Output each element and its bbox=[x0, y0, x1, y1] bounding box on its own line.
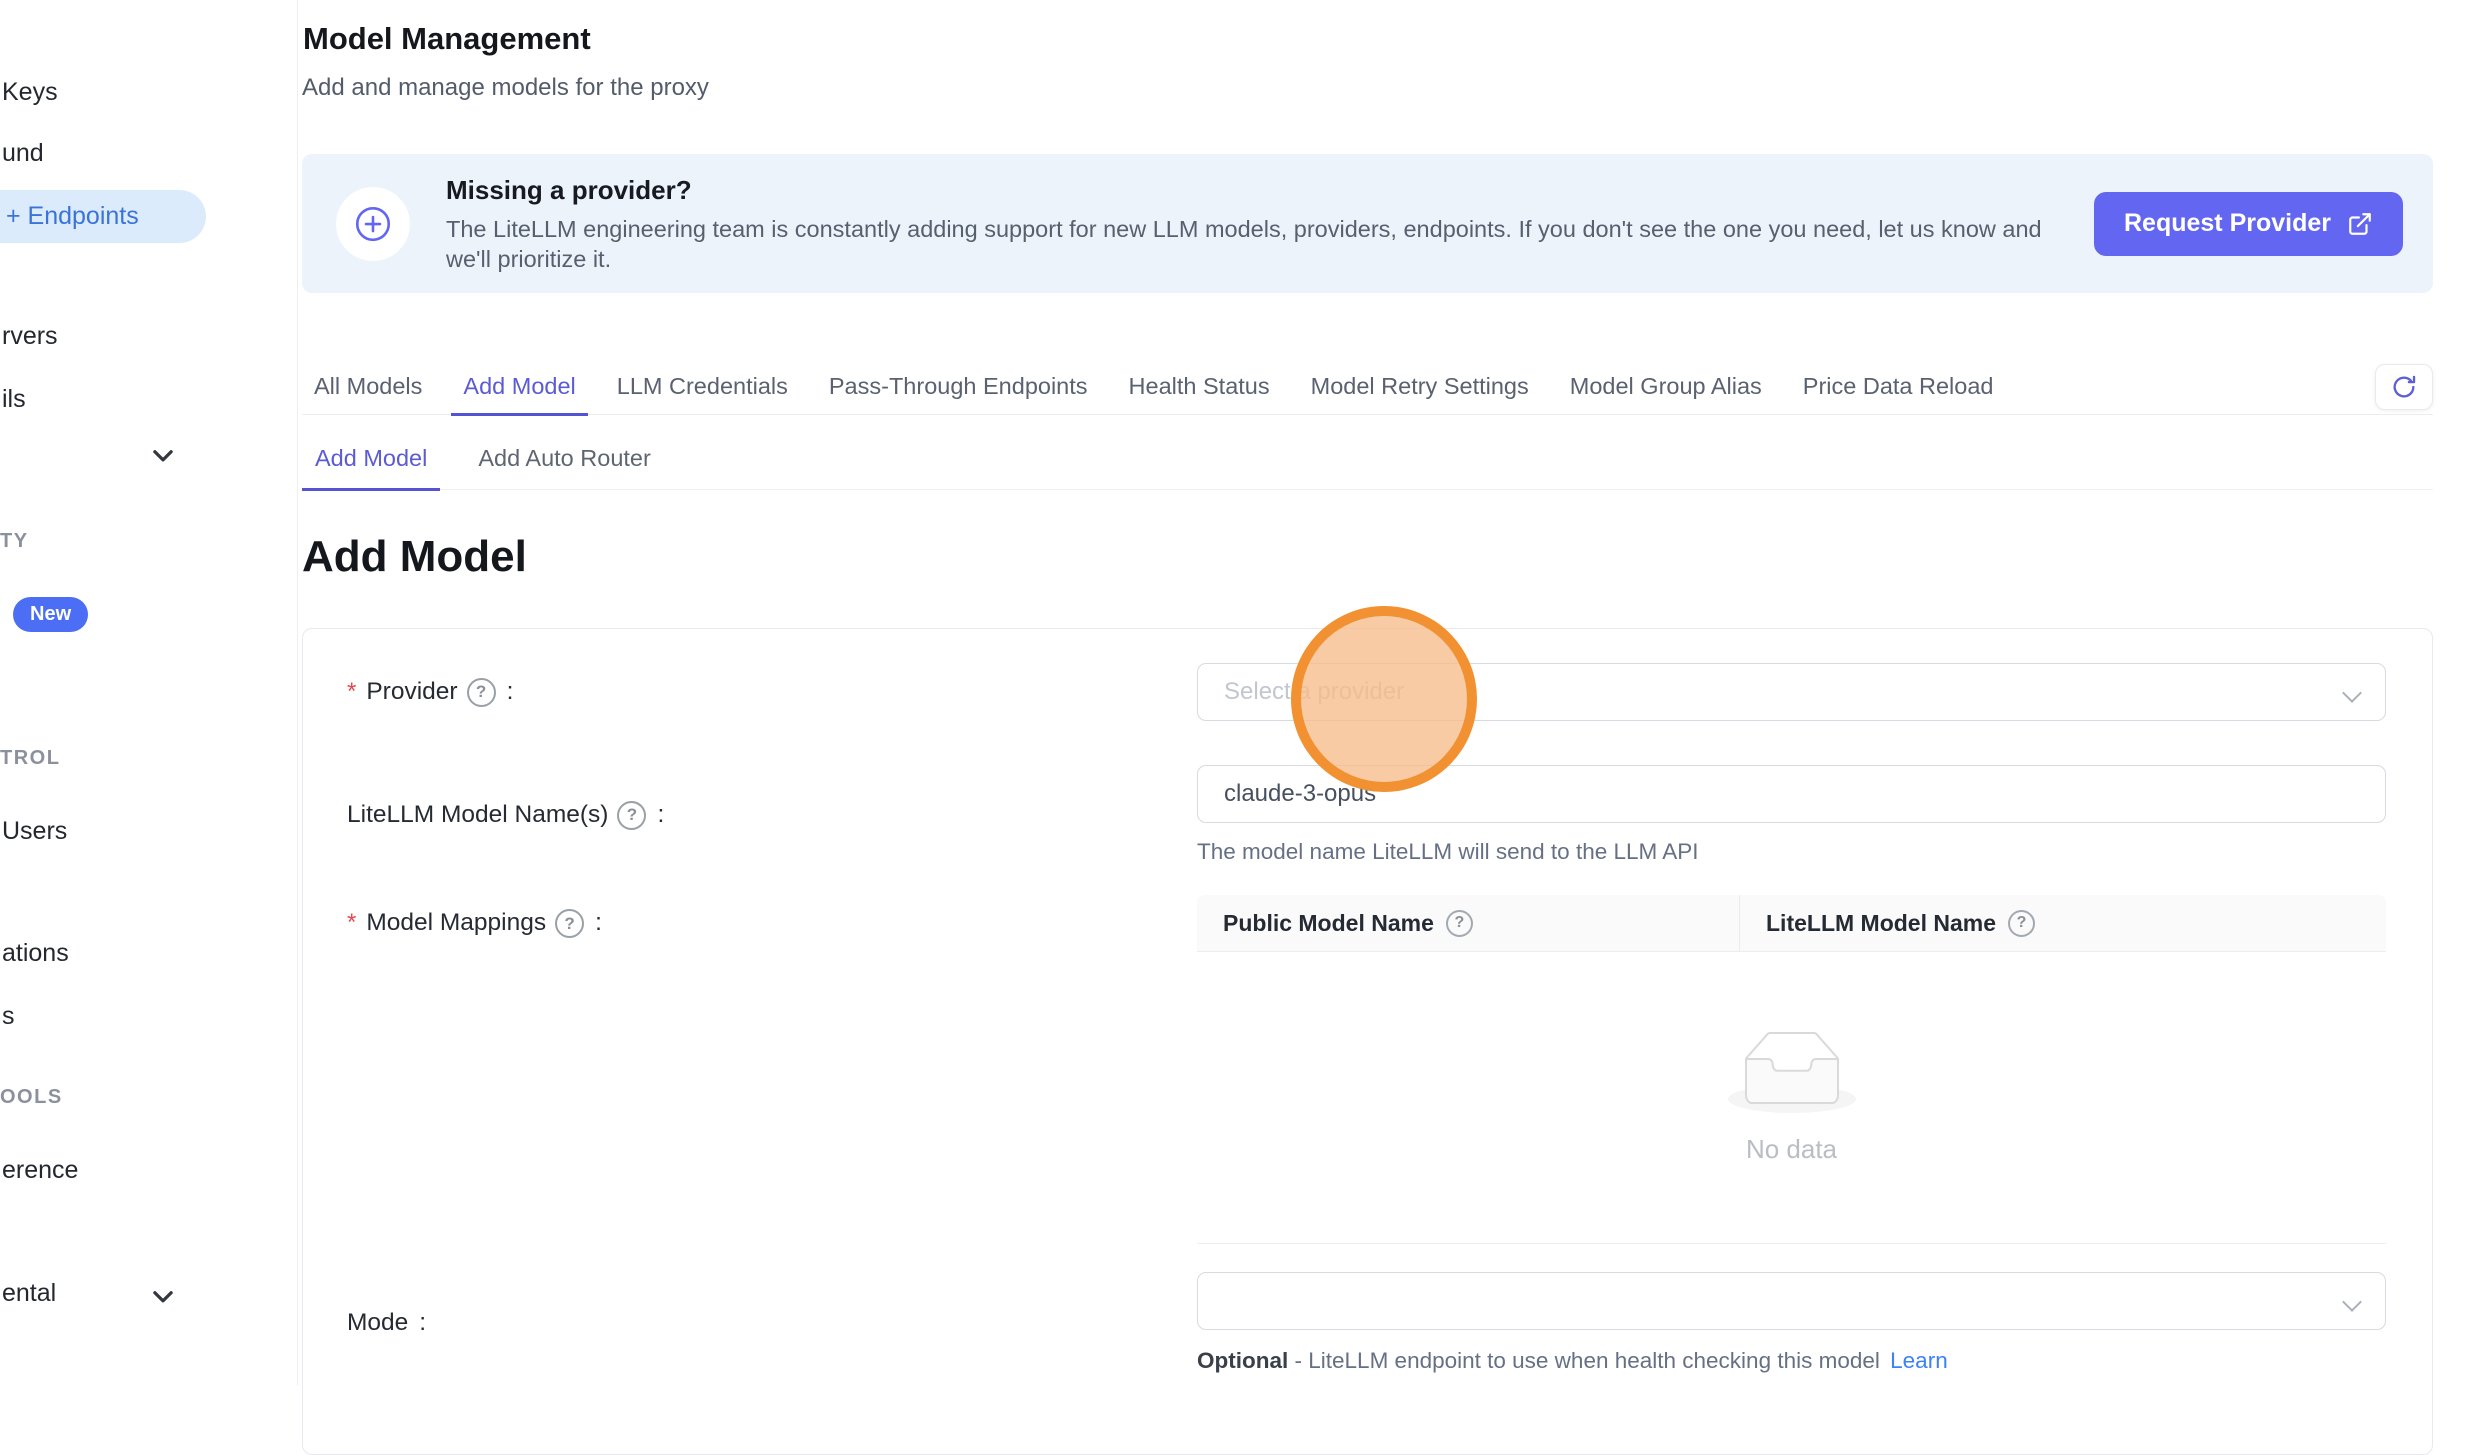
provider-select[interactable]: Select a provider bbox=[1197, 663, 2386, 721]
model-name-helper: The model name LiteLLM will send to the … bbox=[1197, 839, 2386, 865]
mode-helper-optional: Optional bbox=[1197, 1348, 1288, 1373]
sidebar-item-passthrough-endpoints[interactable]: + Endpoints bbox=[0, 190, 206, 243]
new-badge: New bbox=[13, 597, 88, 632]
add-model-form-card: * Provider ? : Select a provider Lit bbox=[302, 628, 2433, 1455]
external-link-icon bbox=[2347, 211, 2373, 237]
model-mappings-control: Public Model Name ? LiteLLM Model Name ? bbox=[1197, 895, 2386, 1244]
request-provider-label: Request Provider bbox=[2124, 209, 2331, 238]
model-mappings-table: Public Model Name ? LiteLLM Model Name ? bbox=[1197, 895, 2386, 1244]
tab-pass-through-endpoints[interactable]: Pass-Through Endpoints bbox=[817, 359, 1100, 416]
tab-model-group-alias[interactable]: Model Group Alias bbox=[1558, 359, 1774, 416]
tab-add-model[interactable]: Add Model bbox=[451, 359, 587, 416]
sidebar-section-access-control: TROL bbox=[0, 747, 60, 770]
chevron-down-icon bbox=[2342, 1292, 2362, 1312]
table-empty-state: No data bbox=[1197, 952, 2386, 1244]
sidebar-item-inference[interactable]: erence bbox=[2, 1156, 78, 1185]
required-asterisk: * bbox=[347, 909, 356, 937]
provider-control: Select a provider bbox=[1197, 663, 2386, 721]
model-mappings-label-text: Model Mappings bbox=[366, 909, 546, 937]
model-mappings-row: * Model Mappings ? : Public Model Name ? bbox=[347, 895, 2388, 1244]
question-circle-icon[interactable]: ? bbox=[2008, 910, 2035, 937]
add-model-heading: Add Model bbox=[302, 530, 2433, 584]
tab-all-models[interactable]: All Models bbox=[302, 359, 434, 416]
model-tabs: All Models Add Model LLM Credentials Pas… bbox=[302, 359, 2433, 415]
mode-control: Optional - LiteLLM endpoint to use when … bbox=[1197, 1272, 2386, 1374]
question-circle-icon[interactable]: ? bbox=[617, 801, 646, 830]
label-colon: : bbox=[657, 801, 664, 829]
tab-llm-credentials[interactable]: LLM Credentials bbox=[605, 359, 800, 416]
refresh-icon bbox=[2390, 373, 2418, 401]
table-header: Public Model Name ? LiteLLM Model Name ? bbox=[1197, 895, 2386, 952]
litellm-model-name-input[interactable] bbox=[1197, 765, 2386, 823]
no-data-text: No data bbox=[1746, 1134, 1837, 1165]
question-circle-icon[interactable]: ? bbox=[1446, 910, 1473, 937]
chevron-down-icon[interactable] bbox=[150, 1283, 176, 1309]
provider-row: * Provider ? : Select a provider bbox=[347, 663, 2388, 721]
column-header-text: LiteLLM Model Name bbox=[1766, 910, 1996, 937]
sidebar-item-playground[interactable]: und bbox=[2, 139, 44, 168]
sidebar-item-details[interactable]: ils bbox=[2, 385, 26, 414]
column-header-text: Public Model Name bbox=[1223, 910, 1434, 937]
tab-price-data-reload[interactable]: Price Data Reload bbox=[1791, 359, 2006, 416]
provider-label-text: Provider bbox=[366, 678, 457, 706]
sidebar-item-label: + Endpoints bbox=[6, 202, 139, 231]
litellm-admin-screen: Keys und + Endpoints rvers ils TY New TR… bbox=[0, 0, 2477, 1385]
missing-provider-banner: Missing a provider? The LiteLLM engineer… bbox=[302, 154, 2433, 293]
provider-label: * Provider ? : bbox=[347, 678, 1197, 707]
sidebar-item-teams[interactable]: s bbox=[2, 1002, 15, 1031]
subtab-add-auto-router[interactable]: Add Auto Router bbox=[465, 415, 663, 491]
model-mappings-label: * Model Mappings ? : bbox=[347, 895, 1197, 1244]
sidebar: Keys und + Endpoints rvers ils TY New TR… bbox=[0, 0, 298, 1385]
page-title: Model Management bbox=[303, 20, 2433, 58]
mode-label-text: Mode bbox=[347, 1309, 408, 1337]
chevron-down-icon bbox=[2342, 683, 2362, 703]
label-colon: : bbox=[507, 678, 514, 706]
tab-model-retry-settings[interactable]: Model Retry Settings bbox=[1299, 359, 1541, 416]
provider-placeholder: Select a provider bbox=[1224, 678, 1404, 706]
sidebar-item-experimental[interactable]: ental bbox=[2, 1279, 56, 1308]
sidebar-item-organizations[interactable]: ations bbox=[2, 939, 69, 968]
main-content: Model Management Add and manage models f… bbox=[302, 0, 2433, 1455]
tab-health-status[interactable]: Health Status bbox=[1117, 359, 1282, 416]
question-circle-icon[interactable]: ? bbox=[467, 678, 496, 707]
model-name-control: The model name LiteLLM will send to the … bbox=[1197, 765, 2386, 865]
label-colon: : bbox=[419, 1309, 426, 1337]
mode-helper: Optional - LiteLLM endpoint to use when … bbox=[1197, 1348, 2386, 1374]
model-name-row: LiteLLM Model Name(s) ? : The model name… bbox=[347, 765, 2388, 865]
model-name-label: LiteLLM Model Name(s) ? : bbox=[347, 801, 1197, 830]
subtab-add-model[interactable]: Add Model bbox=[302, 415, 440, 491]
banner-text: Missing a provider? The LiteLLM engineer… bbox=[446, 174, 2094, 274]
mode-helper-text: - LiteLLM endpoint to use when health ch… bbox=[1295, 1348, 1880, 1373]
label-colon: : bbox=[595, 909, 602, 937]
chevron-down-icon[interactable] bbox=[150, 442, 176, 468]
required-asterisk: * bbox=[347, 678, 356, 706]
sidebar-item-keys[interactable]: Keys bbox=[2, 78, 58, 107]
sidebar-item-internal-users[interactable]: Users bbox=[2, 817, 67, 846]
model-name-label-text: LiteLLM Model Name(s) bbox=[347, 801, 608, 829]
banner-title: Missing a provider? bbox=[446, 174, 2094, 206]
mode-select[interactable] bbox=[1197, 1272, 2386, 1330]
empty-box-icon bbox=[1728, 1031, 1856, 1118]
page-subtitle: Add and manage models for the proxy bbox=[302, 74, 2433, 102]
sidebar-item-servers[interactable]: rvers bbox=[2, 322, 58, 351]
request-provider-button[interactable]: Request Provider bbox=[2094, 192, 2403, 256]
plus-circle-icon bbox=[336, 187, 410, 261]
column-header-public-model-name: Public Model Name ? bbox=[1197, 895, 1739, 951]
sidebar-section-header: TY bbox=[0, 530, 29, 553]
learn-more-link[interactable]: Learn bbox=[1890, 1348, 1948, 1373]
sidebar-section-tools: OOLS bbox=[0, 1086, 63, 1109]
banner-body: The LiteLLM engineering team is constant… bbox=[446, 214, 2076, 274]
refresh-button[interactable] bbox=[2375, 364, 2433, 410]
mode-row: Mode : Optional - LiteLLM endpoint to us… bbox=[347, 1272, 2388, 1374]
add-model-subtabs: Add Model Add Auto Router bbox=[302, 415, 2433, 490]
mode-label: Mode : bbox=[347, 1309, 1197, 1337]
question-circle-icon[interactable]: ? bbox=[555, 909, 584, 938]
column-header-litellm-model-name: LiteLLM Model Name ? bbox=[1739, 895, 2386, 951]
